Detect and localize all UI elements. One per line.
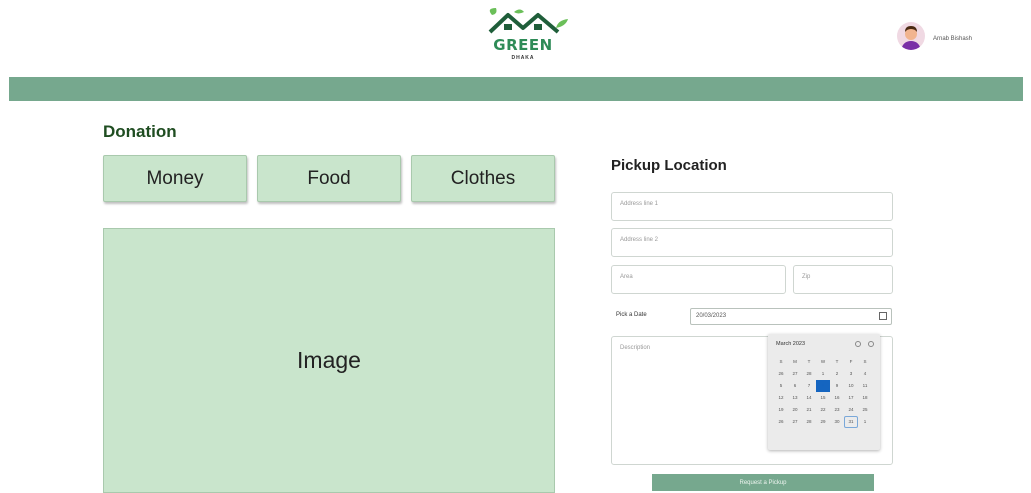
calendar-month-label[interactable]: March 2023 bbox=[776, 341, 805, 347]
calendar-day[interactable]: 23 bbox=[830, 404, 844, 416]
calendar-day[interactable]: 7 bbox=[802, 380, 816, 392]
calendar-day[interactable]: 13 bbox=[788, 392, 802, 404]
calendar-day[interactable]: 12 bbox=[774, 392, 788, 404]
calendar-day[interactable]: 27 bbox=[788, 416, 802, 428]
calendar-icon[interactable] bbox=[879, 312, 887, 320]
address-line-2-input[interactable]: Address line 2 bbox=[611, 228, 893, 257]
date-input[interactable]: 20/03/2023 bbox=[690, 308, 892, 325]
calendar-day[interactable]: 1 bbox=[816, 368, 830, 380]
calendar-day[interactable]: 28 bbox=[802, 416, 816, 428]
next-month-icon[interactable] bbox=[868, 341, 874, 347]
image-upload-area[interactable]: Image bbox=[103, 228, 555, 493]
user-avatar[interactable] bbox=[897, 22, 925, 50]
logo-text: GREEN bbox=[493, 36, 553, 54]
image-placeholder-text: Image bbox=[297, 347, 361, 373]
address-line-2-placeholder: Address line 2 bbox=[620, 237, 659, 243]
avatar-icon bbox=[901, 26, 921, 50]
calendar-day[interactable]: 31 bbox=[844, 416, 858, 428]
zip-placeholder: Zip bbox=[802, 274, 811, 280]
calendar-day[interactable]: 19 bbox=[774, 404, 788, 416]
calendar-grid: S M T W T F S 26 27 28 1 2 3 4 5 6 7 8 9 10 11 12 13 14 15 16 17 18… bbox=[774, 356, 878, 428]
description-placeholder: Description bbox=[620, 345, 651, 351]
area-input[interactable]: Area bbox=[611, 265, 786, 294]
house-roof-icon bbox=[488, 8, 568, 34]
calendar-weekday: T bbox=[807, 359, 811, 364]
calendar-day[interactable]: 29 bbox=[816, 416, 830, 428]
zip-input[interactable]: Zip bbox=[793, 265, 893, 294]
logo-subtext: DHAKA bbox=[511, 55, 535, 61]
calendar-day[interactable]: 6 bbox=[788, 380, 802, 392]
calendar-day[interactable]: 20 bbox=[788, 404, 802, 416]
donation-title: Donation bbox=[103, 122, 177, 141]
address-line-1-input[interactable]: Address line 1 bbox=[611, 192, 893, 221]
calendar-day[interactable]: 26 bbox=[774, 416, 788, 428]
calendar-day[interactable]: 28 bbox=[802, 368, 816, 380]
previous-month-icon[interactable] bbox=[855, 341, 861, 347]
request-pickup-button[interactable]: Request a Pickup bbox=[652, 474, 874, 491]
calendar-day[interactable]: 25 bbox=[858, 404, 872, 416]
green-dhaka-logo[interactable]: GREEN DHAKA bbox=[484, 6, 570, 68]
calendar-weekday: W bbox=[820, 359, 826, 364]
calendar-day[interactable]: 24 bbox=[844, 404, 858, 416]
user-name[interactable]: Arnab Bishash bbox=[933, 36, 972, 42]
calendar-day[interactable]: 18 bbox=[858, 392, 872, 404]
header-bar bbox=[9, 77, 1023, 101]
money-button[interactable]: Money bbox=[103, 155, 247, 202]
calendar-day[interactable]: 2 bbox=[830, 368, 844, 380]
calendar-day[interactable]: 30 bbox=[830, 416, 844, 428]
date-label: Pick a Date bbox=[616, 312, 647, 318]
calendar-weekday: S bbox=[863, 359, 867, 364]
clothes-button[interactable]: Clothes bbox=[411, 155, 555, 202]
calendar-day[interactable]: 17 bbox=[844, 392, 858, 404]
date-value: 20/03/2023 bbox=[696, 313, 727, 319]
calendar-weekday: S bbox=[779, 359, 783, 364]
calendar-day[interactable]: 22 bbox=[816, 404, 830, 416]
date-picker-popup: March 2023 S M T W T F S 26 27 28 1 2 3 4 5 6 7 8 9 10 11 12 1… bbox=[768, 334, 880, 450]
area-placeholder: Area bbox=[620, 274, 633, 280]
calendar-day[interactable]: 9 bbox=[830, 380, 844, 392]
address-line-1-placeholder: Address line 1 bbox=[620, 201, 659, 207]
calendar-day[interactable]: 1 bbox=[858, 416, 872, 428]
calendar-day[interactable]: 4 bbox=[858, 368, 872, 380]
calendar-day[interactable]: 16 bbox=[830, 392, 844, 404]
pickup-title: Pickup Location bbox=[611, 157, 727, 174]
calendar-day[interactable]: 10 bbox=[844, 380, 858, 392]
calendar-day[interactable]: 3 bbox=[844, 368, 858, 380]
calendar-day[interactable]: 8 bbox=[816, 380, 830, 392]
calendar-day[interactable]: 11 bbox=[858, 380, 872, 392]
food-button[interactable]: Food bbox=[257, 155, 401, 202]
calendar-day[interactable]: 21 bbox=[802, 404, 816, 416]
calendar-weekday: T bbox=[835, 359, 839, 364]
calendar-day[interactable]: 27 bbox=[788, 368, 802, 380]
calendar-weekday: F bbox=[849, 359, 853, 364]
calendar-day[interactable]: 14 bbox=[802, 392, 816, 404]
calendar-weekday: M bbox=[793, 359, 797, 364]
calendar-day[interactable]: 15 bbox=[816, 392, 830, 404]
calendar-day[interactable]: 5 bbox=[774, 380, 788, 392]
calendar-day[interactable]: 26 bbox=[774, 368, 788, 380]
